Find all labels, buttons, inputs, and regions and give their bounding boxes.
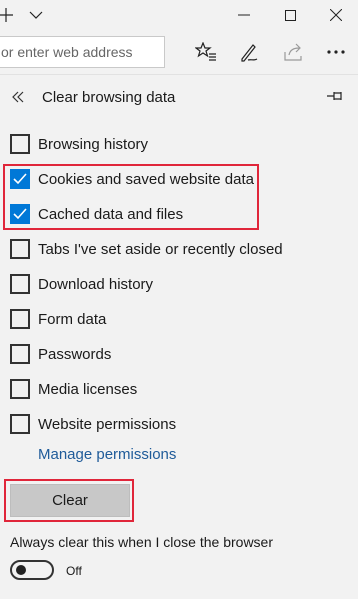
address-input[interactable]: or enter web address <box>0 36 165 68</box>
chevron-down-icon[interactable] <box>22 0 50 30</box>
checkmark-icon <box>13 208 27 220</box>
minimize-icon[interactable] <box>230 0 258 30</box>
toggle-state-label: Off <box>66 564 82 578</box>
more-icon[interactable] <box>322 38 350 66</box>
option-cookies[interactable]: Cookies and saved website data <box>10 168 350 190</box>
checkbox[interactable] <box>10 344 30 364</box>
option-tabs-set-aside[interactable]: Tabs I've set aside or recently closed <box>10 238 350 260</box>
checkbox[interactable] <box>10 274 30 294</box>
option-cached-data[interactable]: Cached data and files <box>10 203 350 225</box>
manage-permissions-link[interactable]: Manage permissions <box>38 446 176 463</box>
clear-browsing-data-panel: Clear browsing data Browsing history Coo… <box>0 74 358 599</box>
checkbox-checked[interactable] <box>10 204 30 224</box>
option-label: Passwords <box>38 345 112 363</box>
option-website-permissions[interactable]: Website permissions <box>10 413 350 435</box>
option-download-history[interactable]: Download history <box>10 273 350 295</box>
option-form-data[interactable]: Form data <box>10 308 350 330</box>
option-label: Media licenses <box>38 380 138 398</box>
checkbox[interactable] <box>10 309 30 329</box>
double-chevron-left-icon[interactable] <box>12 88 24 108</box>
panel-header: Clear browsing data <box>0 75 358 121</box>
option-label: Form data <box>38 310 107 328</box>
option-browsing-history[interactable]: Browsing history <box>10 133 350 155</box>
clear-button[interactable]: Clear <box>10 484 130 517</box>
option-label: Website permissions <box>38 415 177 433</box>
option-label: Browsing history <box>38 135 149 153</box>
pen-icon[interactable] <box>236 38 264 66</box>
checkbox[interactable] <box>10 379 30 399</box>
option-media-licenses[interactable]: Media licenses <box>10 378 350 400</box>
maximize-icon[interactable] <box>276 0 304 30</box>
checkbox[interactable] <box>10 239 30 259</box>
pin-icon[interactable] <box>326 89 346 107</box>
checkbox-checked[interactable] <box>10 169 30 189</box>
toggle-knob <box>16 565 26 575</box>
option-label: Cached data and files <box>38 205 184 223</box>
title-bar <box>0 0 358 30</box>
always-clear-toggle[interactable] <box>10 560 54 580</box>
always-clear-label: Always clear this when I close the brows… <box>10 534 273 550</box>
option-label: Cookies and saved website data <box>38 170 254 188</box>
option-label: Download history <box>38 275 154 293</box>
checkbox[interactable] <box>10 134 30 154</box>
close-icon[interactable] <box>322 0 350 30</box>
checkmark-icon <box>13 173 27 185</box>
option-passwords[interactable]: Passwords <box>10 343 350 365</box>
checkbox[interactable] <box>10 414 30 434</box>
address-bar: or enter web address <box>0 30 358 74</box>
favorites-star-icon[interactable] <box>192 38 220 66</box>
option-label: Tabs I've set aside or recently closed <box>38 240 283 258</box>
share-icon[interactable] <box>280 38 308 66</box>
panel-title: Clear browsing data <box>42 89 176 106</box>
plus-icon[interactable] <box>0 0 20 30</box>
